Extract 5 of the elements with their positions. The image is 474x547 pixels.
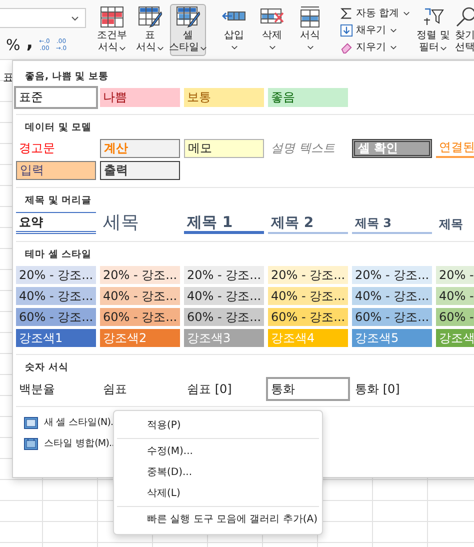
section-heading: 숫자 서식 <box>24 361 70 375</box>
section-heading: 제목 및 머리글 <box>24 194 93 208</box>
section-heading: 테마 셀 스타일 <box>24 248 93 262</box>
section-heading: 데이터 및 모델 <box>24 121 93 135</box>
section-heading: 좋음, 나쁨 및 보통 <box>24 70 110 84</box>
